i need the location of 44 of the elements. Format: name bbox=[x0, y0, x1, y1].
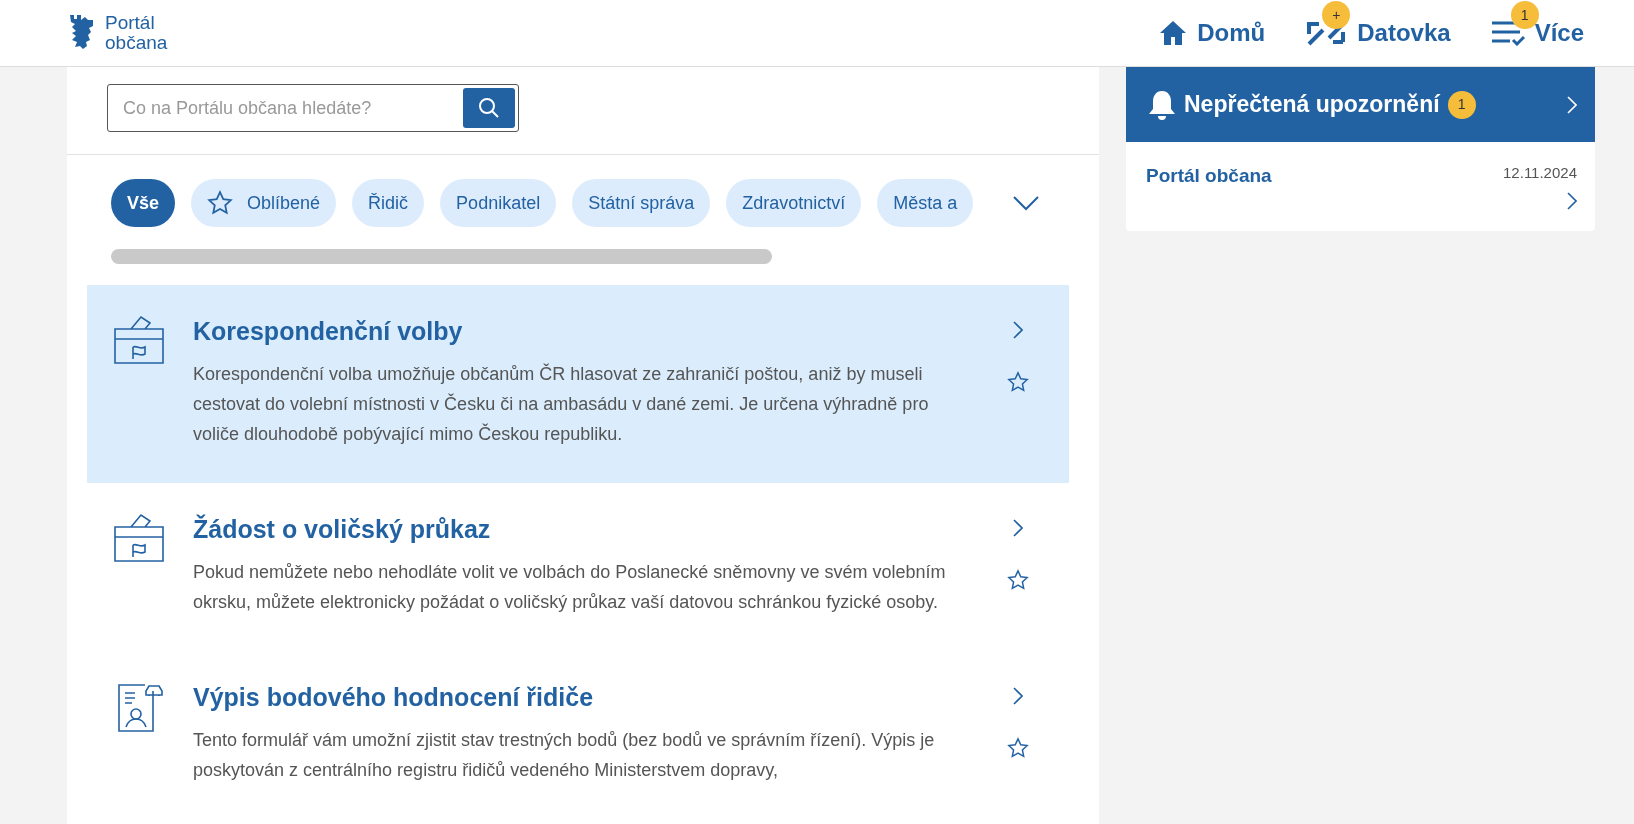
nav-link[interactable]: Datovka + bbox=[1305, 1, 1451, 51]
chevron-right-icon[interactable] bbox=[1013, 687, 1023, 705]
service-title[interactable]: Výpis bodového hodnocení řidiče bbox=[193, 681, 979, 713]
filter-chip[interactable]: Podnikatel bbox=[440, 179, 557, 227]
logo-text: občana bbox=[105, 33, 168, 53]
search-box[interactable]: Co na Portálu občana hledáte? bbox=[107, 84, 519, 132]
count-badge: 1 bbox=[1447, 90, 1476, 119]
scrollbar[interactable] bbox=[111, 249, 772, 264]
star-icon[interactable] bbox=[1007, 371, 1029, 393]
service-title[interactable]: Korespondenční volby bbox=[193, 315, 979, 347]
service-item[interactable]: Výpis bodového hodnocení řidiče Tento formulář vám umožní zjistit stav trestných bodů (bez bodů ve správním řízení). Výpis je poskytován z centrálního registru řidičů vedeného Ministerstvem dopravy, bbox=[87, 651, 1069, 819]
chevron-right-icon[interactable] bbox=[1013, 519, 1023, 537]
notification-link[interactable]: Portál občana bbox=[1146, 162, 1272, 213]
filter-chip[interactable]: Zdravotnictví bbox=[726, 179, 862, 227]
notification-badge: + bbox=[1322, 1, 1351, 29]
filter-chip[interactable]: Státní správa bbox=[572, 179, 711, 227]
service-description: Tento formulář vám umožní zjistit stav trestných bodů (bez bodů ve správním řízení). Výpis je poskytován z centrálního registru řidičů vedeného Ministerstvem dopravy, bbox=[193, 729, 936, 782]
notification-header[interactable]: Nepřečtená upozornění 1 bbox=[1126, 67, 1595, 142]
chevron-right-icon[interactable] bbox=[1013, 321, 1023, 339]
filter-chip[interactable]: Oblíbené bbox=[191, 179, 337, 227]
filter-chip[interactable]: Vše bbox=[111, 179, 176, 227]
bell-icon bbox=[1148, 89, 1176, 120]
search-button[interactable] bbox=[463, 88, 515, 128]
notification-date: 12.11.2024 bbox=[1503, 163, 1577, 183]
home-icon bbox=[1159, 20, 1188, 46]
arrows-icon bbox=[1305, 20, 1348, 46]
service-description: Korespondenční volba umožňuje občanům ČR hlasovat ze zahraničí poštou, aniž by museli cestovat do volební místnosti v Česku či na ambasádu v dané zemi. Je určena výhradně pro voliče dlouhodobě pobývající mimo Českou republiku. bbox=[193, 362, 930, 446]
star-icon[interactable] bbox=[1007, 737, 1029, 759]
filter-chip[interactable]: Města a bbox=[877, 179, 974, 227]
notification-title: Nepřečtená upozornění bbox=[1184, 90, 1440, 120]
star-icon bbox=[207, 190, 234, 216]
ballot-box-icon bbox=[113, 315, 165, 365]
service-item[interactable] bbox=[87, 285, 1069, 483]
logo-text: Portál bbox=[105, 13, 156, 33]
service-title[interactable]: Žádost o voličský průkaz bbox=[193, 513, 979, 545]
chevron-right-icon[interactable] bbox=[1567, 192, 1577, 211]
search-icon bbox=[478, 97, 500, 119]
filter-chip[interactable]: Řidič bbox=[352, 179, 425, 227]
service-description: Pokud nemůžete nebo nehodláte volit ve volbách do Poslanecké sněmovny ve svém volebním okrsku, můžete elektronicky požádat o voličský průkaz vaší datovou schránkou fyzické osoby. bbox=[193, 561, 947, 614]
star-icon[interactable] bbox=[1007, 569, 1029, 591]
menu-check-icon bbox=[1490, 20, 1525, 46]
ballot-box-icon bbox=[113, 513, 165, 563]
chevron-down-icon[interactable] bbox=[1013, 195, 1039, 211]
nav-link[interactable]: Domů bbox=[1159, 1, 1266, 51]
